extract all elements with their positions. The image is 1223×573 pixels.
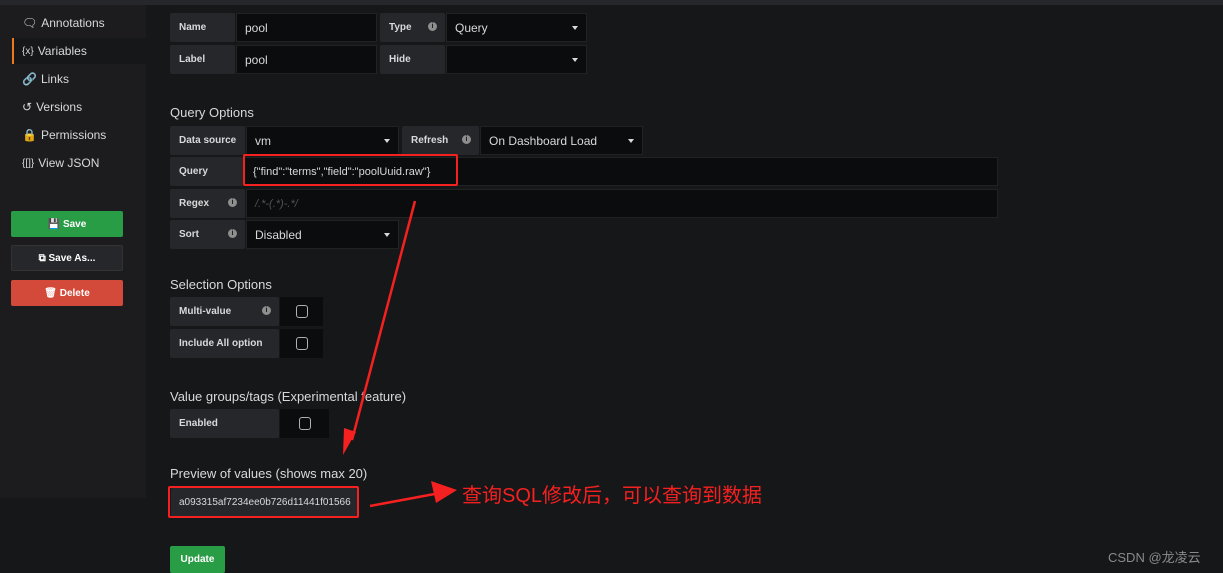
annotation-text: 查询SQL修改后，可以查询到数据 <box>462 485 763 507</box>
watermark: CSDN @龙凌云 <box>1108 550 1201 565</box>
arrow-head-icon <box>343 428 356 455</box>
arrow-head-icon <box>431 481 457 503</box>
